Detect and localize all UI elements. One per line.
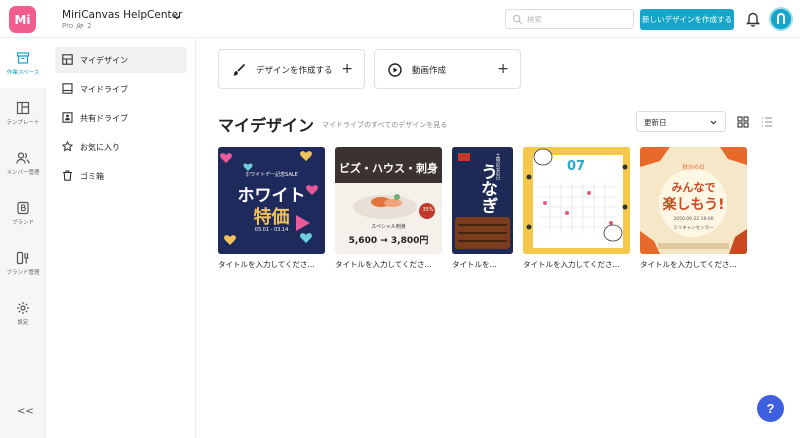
workspace-icon (16, 51, 30, 64)
avatar-icon (777, 13, 785, 24)
settings-icon (17, 301, 29, 314)
rail-item-workspace[interactable]: 作業スペース (0, 38, 46, 88)
design-thumbnail[interactable]: ビズ・ハウス・刺身 35% スペシャル刺身 5,600 → 3,800円 (335, 147, 442, 254)
video-create-card[interactable]: 動画作成 + (374, 49, 521, 89)
thumb-text: ビズ・ハウス・刺身 (339, 162, 438, 175)
rail-item-members[interactable]: メンバー管理 (0, 138, 46, 188)
thumb-text: 特価 (253, 207, 290, 228)
drive-icon (62, 83, 73, 94)
sort-value: 更新日 (644, 118, 667, 127)
search-icon (512, 14, 523, 25)
design-title: タイトルを入力してくださ... (523, 260, 620, 269)
brand-icon (17, 201, 29, 214)
rail-item-template[interactable]: テンプレート (0, 88, 46, 138)
view-all-link[interactable]: マイドライブのすべてのデザインを見る (322, 120, 447, 130)
folder-label: マイデザイン (80, 56, 128, 65)
design-card[interactable]: 秋分の日 みんなで 楽しもう! 2050.09.22 19:00 ミリキャンセン… (640, 147, 747, 272)
trash-icon (63, 170, 72, 181)
thumb-text: 03.01 - 03.14 (254, 227, 289, 233)
folder-nav: マイデザイン マイドライブ 共有ドライブ お気に入り ゴミ箱 (47, 38, 196, 438)
icon-rail: 作業スペース テンプレート メンバー管理 ブランド ブランド管理 設定 << (0, 38, 46, 438)
shared-drive-icon (62, 112, 73, 123)
thumb-text: 2050.09.22 19:00 (673, 217, 714, 222)
design-title: タイトルを入力してくださ... (640, 260, 737, 269)
rail-label: 作業スペース (6, 69, 40, 76)
rail-label: テンプレート (6, 119, 40, 126)
thumb-text: うなぎ (477, 163, 497, 214)
design-card[interactable]: 07 タイトルを入力してくださ... (523, 147, 630, 272)
sort-select[interactable]: 更新日 (636, 111, 726, 132)
thumb-text: 35% (422, 207, 434, 213)
avatar[interactable] (769, 7, 793, 31)
thumb-text: 秋分の日 (682, 165, 705, 171)
member-count: 2 (87, 22, 92, 30)
page-title: マイデザイン (218, 116, 315, 135)
plus-icon: + (341, 61, 353, 77)
design-card[interactable]: ビズ・ハウス・刺身 35% スペシャル刺身 5,600 → 3,800円 タイト… (335, 147, 442, 272)
list-view-icon[interactable] (761, 116, 773, 128)
play-icon (388, 63, 402, 77)
bell-icon[interactable] (745, 10, 761, 27)
plus-icon: + (497, 61, 509, 77)
star-icon (62, 141, 73, 152)
chevron-down-icon (710, 120, 717, 125)
design-thumbnail[interactable]: ホワイトデー記念SALE ホワイト 特価 03.01 - 03.14 (218, 147, 325, 254)
search-box[interactable] (505, 9, 634, 29)
video-create-label: 動画作成 (412, 66, 447, 76)
design-title: タイトルを... (452, 260, 497, 269)
rail-label: ブランド (11, 219, 34, 226)
design-thumbnail[interactable]: 土用の丑の日 うなぎ (452, 147, 513, 254)
grid-view-icon[interactable] (737, 116, 749, 128)
thumb-text: 5,600 → 3,800円 (348, 236, 429, 246)
design-title: タイトルを入力してくださ... (335, 260, 432, 269)
members-icon (16, 151, 30, 164)
thumb-text: 楽しもう! (662, 197, 725, 213)
thumb-text: みんなで (671, 181, 716, 194)
folder-label: マイドライブ (80, 85, 128, 94)
rail-label: 設定 (17, 319, 29, 326)
design-thumbnail[interactable]: 秋分の日 みんなで 楽しもう! 2050.09.22 19:00 ミリキャンセン… (640, 147, 747, 254)
folder-item-shared-drive[interactable]: 共有ドライブ (55, 105, 187, 131)
folder-label: お気に入り (80, 143, 120, 152)
app-logo[interactable]: Mi (9, 6, 36, 33)
grid-layout-icon (62, 54, 73, 65)
folder-label: 共有ドライブ (80, 114, 128, 123)
rail-item-brand[interactable]: ブランド (0, 188, 46, 238)
rail-label: ブランド管理 (6, 269, 40, 276)
plan-label: Pro (62, 22, 74, 30)
template-icon (16, 101, 30, 114)
members-small-icon (76, 22, 84, 29)
folder-item-my-design[interactable]: マイデザイン (55, 47, 187, 73)
brush-icon (233, 63, 246, 76)
top-header: Mi MiriCanvas HelpCenter Pro 2 新しいデザインを作… (0, 0, 800, 38)
workspace-plan: Pro 2 (62, 22, 92, 30)
design-card[interactable]: 土用の丑の日 うなぎ タイトルを... (452, 147, 513, 272)
folder-label: ゴミ箱 (80, 172, 104, 181)
create-design-label: デザインを作成する (256, 66, 333, 76)
design-title: タイトルを入力してくださ... (218, 260, 315, 269)
brand-manage-icon (16, 251, 29, 264)
rail-label: メンバー管理 (6, 169, 40, 176)
folder-item-my-drive[interactable]: マイドライブ (55, 76, 187, 102)
rail-item-brand-manage[interactable]: ブランド管理 (0, 238, 46, 288)
create-design-button[interactable]: 新しいデザインを作成する (640, 9, 734, 30)
rail-item-settings[interactable]: 設定 (0, 288, 46, 338)
thumb-text: ミリキャンセンター (673, 226, 714, 231)
thumb-text: ホワイトデー記念SALE (245, 172, 298, 178)
thumb-text: スペシャル刺身 (371, 224, 406, 230)
design-card[interactable]: ホワイトデー記念SALE ホワイト 特価 03.01 - 03.14 タイトルを… (218, 147, 325, 272)
chevron-down-icon[interactable] (171, 11, 183, 23)
help-button[interactable]: ? (757, 395, 784, 422)
folder-item-trash[interactable]: ゴミ箱 (55, 163, 187, 189)
folder-item-favorites[interactable]: お気に入り (55, 134, 187, 160)
collapse-sidebar-button[interactable]: << (17, 406, 34, 417)
workspace-name[interactable]: MiriCanvas HelpCenter (62, 9, 182, 21)
create-design-card[interactable]: デザインを作成する + (218, 49, 365, 89)
search-input[interactable] (527, 12, 631, 27)
design-thumbnail[interactable]: 07 (523, 147, 630, 254)
thumb-text: 07 (567, 159, 586, 174)
